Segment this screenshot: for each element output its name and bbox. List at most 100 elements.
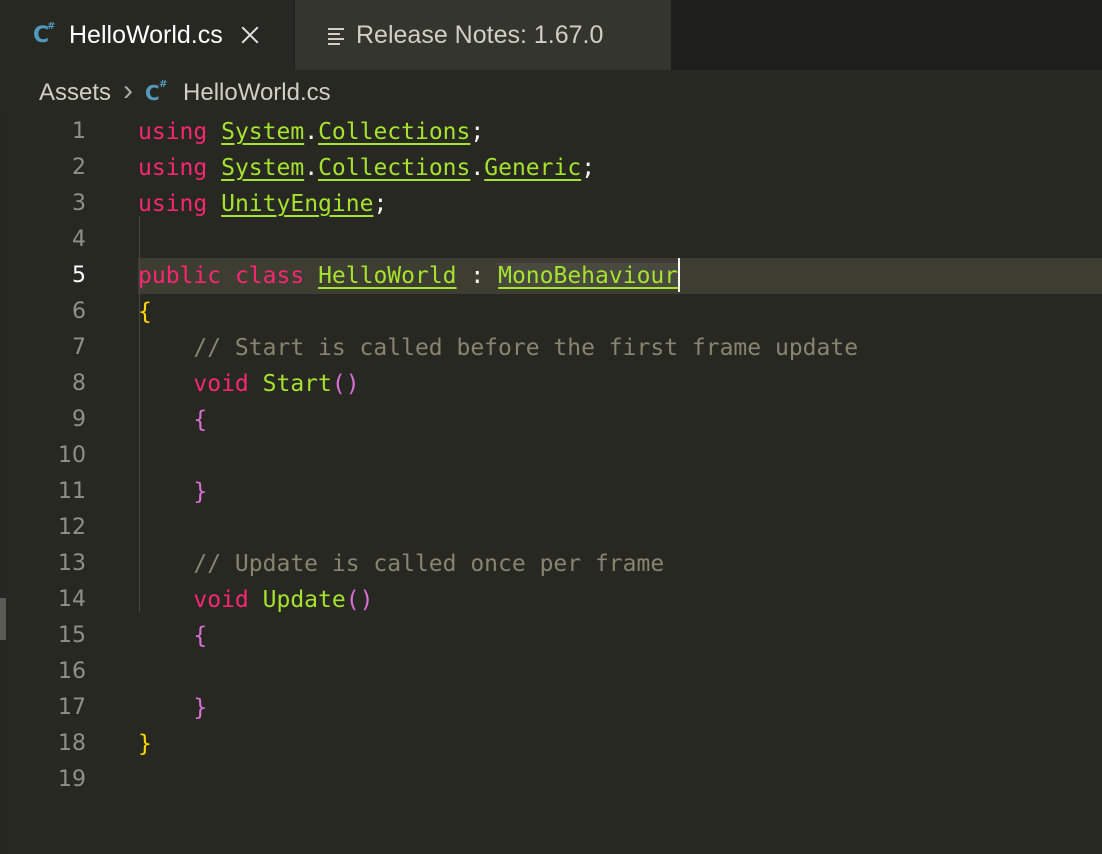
tab-bar: C # HelloWorld.cs Release Notes: 1.67.0 (0, 0, 1102, 70)
code-line[interactable]: 4 (0, 222, 1102, 258)
code-line[interactable]: 5 public class HelloWorld : MonoBehaviour (0, 258, 1102, 294)
code-line[interactable]: 15 { (0, 618, 1102, 654)
code-line[interactable]: 12 (0, 510, 1102, 546)
line-number: 6 (72, 299, 86, 324)
line-number: 4 (72, 227, 86, 252)
code-line[interactable]: 19 (0, 762, 1102, 798)
code-token: () (331, 371, 360, 397)
line-number: 8 (72, 371, 86, 396)
line-number: 17 (58, 695, 86, 720)
line-number: 5 (72, 263, 86, 288)
code-token: . (304, 155, 319, 181)
code-token: { (138, 299, 152, 325)
line-number: 12 (58, 515, 86, 540)
code-token: } (193, 479, 208, 505)
code-token: using (138, 191, 208, 217)
code-line[interactable]: 3 using UnityEngine; (0, 186, 1102, 222)
notes-icon (328, 26, 346, 45)
line-number: 16 (58, 659, 86, 684)
breadcrumb-folder[interactable]: Assets (39, 79, 111, 107)
code-text: public class HelloWorld : MonoBehaviour (138, 258, 1102, 294)
code-token: class (234, 263, 305, 289)
tab-release-notes[interactable]: Release Notes: 1.67.0 (295, 0, 671, 70)
code-token: void (193, 371, 249, 397)
code-line[interactable]: 8 void Start() (0, 366, 1102, 402)
code-token: : (456, 263, 499, 289)
tab-helloworld-cs[interactable]: C # HelloWorld.cs (0, 0, 294, 70)
line-number: 19 (58, 767, 86, 792)
code-line[interactable]: 14 void Update() (0, 582, 1102, 618)
breadcrumb-file[interactable]: HelloWorld.cs (183, 79, 331, 107)
code-token: // Start is called before the first fram… (193, 335, 859, 361)
code-token: using (138, 155, 208, 181)
code-token: Collections (318, 119, 471, 145)
tab-label: HelloWorld.cs (69, 20, 223, 49)
code-text: // Start is called before the first fram… (138, 330, 1102, 366)
code-token: MonoBehaviour (498, 263, 679, 289)
code-text: // Update is called once per frame (138, 546, 1102, 582)
line-number: 11 (58, 479, 86, 504)
code-line[interactable]: 7 // Start is called before the first fr… (0, 330, 1102, 366)
code-text: } (138, 726, 1102, 762)
code-editor[interactable]: 1 using System.Collections; 2 using System.… (0, 114, 1102, 854)
breadcrumb: Assets C# HelloWorld.cs (0, 70, 1102, 116)
code-token: . (304, 119, 319, 145)
line-number: 13 (58, 551, 86, 576)
code-line[interactable]: 13 // Update is called once per frame (0, 546, 1102, 582)
line-number: 1 (72, 119, 86, 144)
code-text: { (138, 402, 1102, 438)
csharp-file-icon: C # (33, 20, 56, 48)
csharp-file-icon: C # (145, 79, 168, 105)
line-number: 18 (58, 731, 86, 756)
tab-label: Release Notes: 1.67.0 (356, 20, 604, 49)
code-line[interactable]: 17 } (0, 690, 1102, 726)
code-token: void (193, 587, 249, 613)
line-number: 3 (72, 191, 86, 216)
code-token: Generic (484, 155, 582, 181)
line-number: 2 (72, 155, 86, 180)
code-token: using (138, 119, 208, 145)
code-token: public (138, 263, 222, 289)
line-number: 14 (58, 587, 86, 612)
code-line[interactable]: 2 using System.Collections.Generic; (0, 150, 1102, 186)
code-line[interactable]: 1 using System.Collections; (0, 114, 1102, 150)
code-text: } (138, 474, 1102, 510)
code-token: UnityEngine (221, 191, 374, 217)
code-text: } (138, 690, 1102, 726)
line-number: 10 (58, 443, 86, 468)
code-text: using System.Collections.Generic; (138, 150, 1102, 186)
code-line[interactable]: 11 } (0, 474, 1102, 510)
code-line[interactable]: 6{ (0, 294, 1102, 330)
code-text: { (138, 294, 1102, 330)
code-text: void Update() (138, 582, 1102, 618)
code-text: using UnityEngine; (138, 186, 1102, 222)
indent-guide (139, 216, 140, 612)
code-token: HelloWorld (318, 263, 457, 289)
code-line[interactable]: 18} (0, 726, 1102, 762)
code-token: } (193, 695, 208, 721)
close-icon[interactable] (241, 26, 259, 44)
code-line[interactable]: 9 { (0, 402, 1102, 438)
code-token: Start (262, 371, 332, 397)
code-line[interactable]: 16 (0, 654, 1102, 690)
line-number: 9 (72, 407, 86, 432)
code-line[interactable]: 10 (0, 438, 1102, 474)
